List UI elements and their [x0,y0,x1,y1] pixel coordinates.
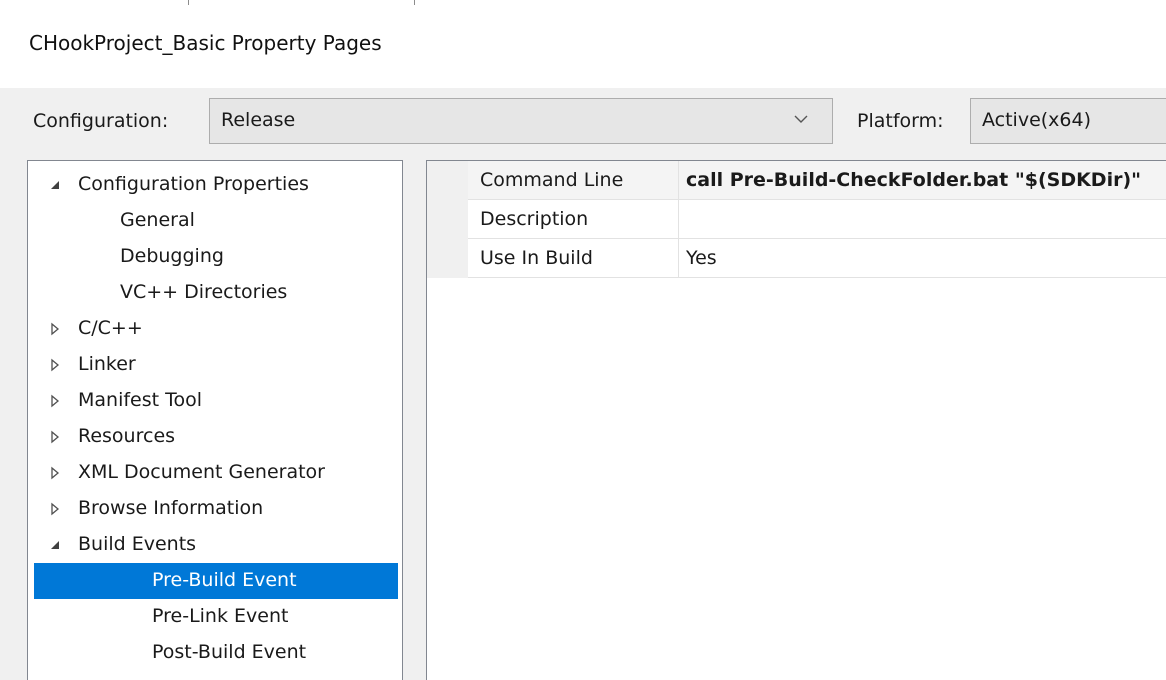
property-row[interactable]: Command Line call Pre-Build-CheckFolder.b… [468,161,1166,200]
tree-item-label: Post-Build Event [152,641,307,663]
collapsed-triangle-icon[interactable] [48,394,62,408]
tree-item[interactable]: Browse Information [28,491,392,527]
tree-item-label: Linker [78,353,136,375]
grid-margin [427,161,468,278]
strip-tick [188,0,189,5]
platform-dropdown[interactable]: Active(x64) [970,98,1166,144]
property-grid[interactable]: Command Line call Pre-Build-CheckFolder.b… [426,160,1166,680]
dialog-title: CHookProject_Basic Property Pages [29,31,382,55]
expanded-triangle-icon[interactable] [48,538,62,552]
tree-item[interactable]: Debugging [28,239,392,275]
tree-item[interactable]: Post-Build Event [28,635,392,671]
collapsed-triangle-icon[interactable] [48,502,62,516]
tree-item[interactable]: C/C++ [28,311,392,347]
property-value[interactable]: call Pre-Build-CheckFolder.bat "$(SDKDir… [686,169,1141,191]
tree-item[interactable]: Configuration Properties [28,167,392,203]
tree-item-label: Configuration Properties [78,173,309,195]
configuration-label: Configuration: [33,110,169,132]
strip-tick [414,0,415,5]
configuration-value: Release [221,109,296,131]
expanded-triangle-icon[interactable] [48,178,62,192]
property-row[interactable]: Use In Build Yes [468,239,1166,278]
property-name: Use In Build [480,247,593,269]
tree-item[interactable]: Manifest Tool [28,383,392,419]
tree-item-label: Pre-Link Event [152,605,289,627]
tree-item-label: Pre-Build Event [152,569,297,591]
grid-column-divider[interactable] [678,161,679,278]
tree-item-label: VC++ Directories [120,281,288,303]
tree-item-label: C/C++ [78,317,143,339]
tree-item-label: Resources [78,425,176,447]
tree-item[interactable]: General [28,203,392,239]
tree-item-label: XML Document Generator [78,461,325,483]
tree-item-label: Debugging [120,245,224,267]
chevron-down-icon [794,115,808,123]
property-name: Description [480,208,589,230]
property-tree[interactable]: Configuration Properties General Debugging… [27,160,403,680]
collapsed-triangle-icon[interactable] [48,430,62,444]
tree-item[interactable]: Resources [28,419,392,455]
tree-item-label: Manifest Tool [78,389,203,411]
tree-item-label: Build Events [78,533,197,555]
platform-value: Active(x64) [982,109,1092,131]
configuration-row: Configuration: Release Platform: Active(… [0,88,1166,158]
tree-item-label: General [120,209,195,231]
tree-item[interactable]: Build Events [28,527,392,563]
property-value[interactable]: Yes [686,247,717,269]
configuration-dropdown[interactable]: Release [209,98,833,144]
tree-item[interactable]: XML Document Generator [28,455,392,491]
property-row[interactable]: Description [468,200,1166,239]
tree-item[interactable]: VC++ Directories [28,275,392,311]
tree-item-label: Browse Information [78,497,264,519]
collapsed-triangle-icon[interactable] [48,466,62,480]
tree-item[interactable]: Pre-Link Event [28,599,392,635]
property-name: Command Line [480,169,624,191]
tree-item[interactable]: Linker [28,347,392,383]
platform-label: Platform: [857,110,944,132]
tree-item[interactable]: Pre-Build Event [34,563,398,599]
dialog-title-bar[interactable]: CHookProject_Basic Property Pages [0,6,1166,88]
collapsed-triangle-icon[interactable] [48,358,62,372]
collapsed-triangle-icon[interactable] [48,322,62,336]
